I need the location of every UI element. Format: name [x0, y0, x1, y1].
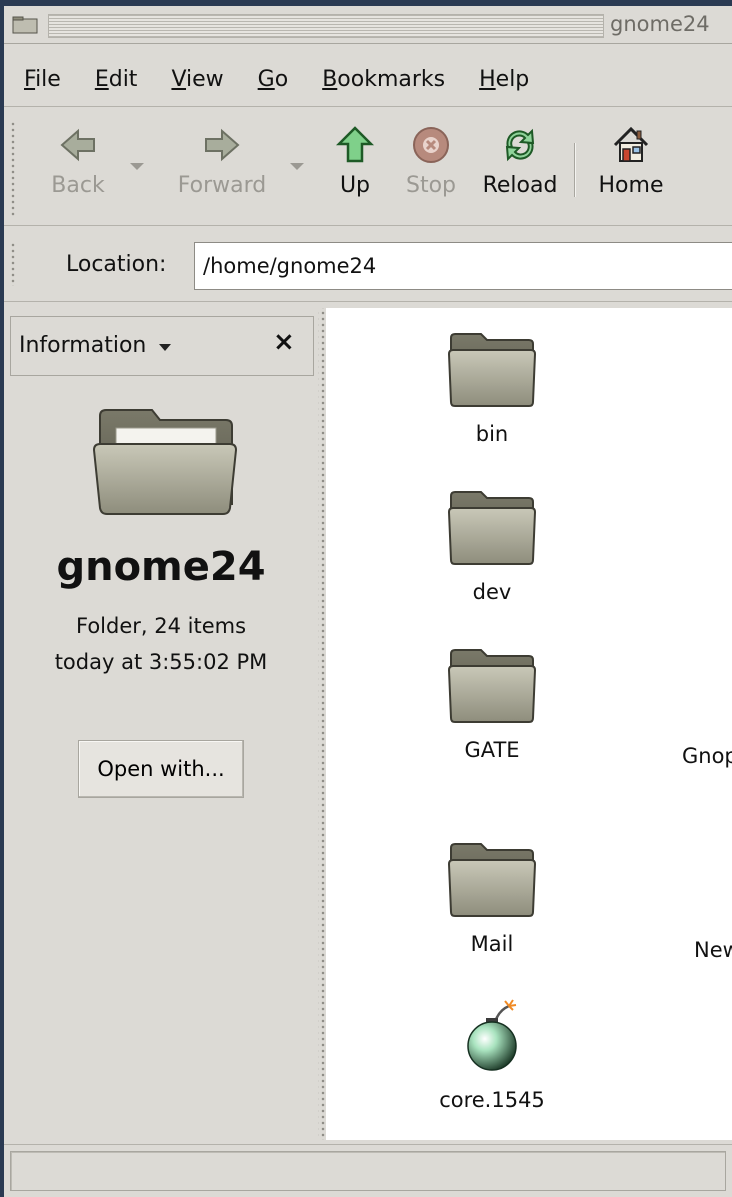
toolbar-grip[interactable] — [10, 121, 16, 217]
toolbar: Back Forward Up Stop Reload Home — [4, 106, 732, 226]
file-label-partial[interactable]: New — [694, 938, 732, 962]
toolbar-separator — [574, 143, 576, 197]
sidebar-view-selector[interactable]: Information × — [10, 316, 314, 376]
location-bar-grip[interactable] — [10, 242, 16, 286]
file-label: dev — [472, 580, 512, 604]
folder-modified: today at 3:55:02 PM — [54, 650, 268, 674]
file-item[interactable]: GATE — [402, 648, 582, 762]
chevron-down-icon[interactable] — [159, 344, 171, 351]
folder-window-icon[interactable] — [12, 16, 38, 34]
folder-details: Folder, 24 items — [75, 614, 247, 638]
file-manager-window: gnome24 File Edit View Go Bookmarks Help… — [0, 0, 732, 1197]
forward-button[interactable]: Forward — [168, 119, 276, 219]
forward-history-dropdown[interactable] — [290, 163, 304, 170]
menu-view[interactable]: View — [171, 67, 223, 92]
menu-edit[interactable]: Edit — [95, 67, 138, 92]
close-icon[interactable]: × — [273, 327, 295, 357]
reload-icon — [505, 128, 535, 162]
stop-button[interactable]: Stop — [398, 119, 464, 219]
up-button[interactable]: Up — [330, 119, 380, 219]
large-folder-icon — [92, 409, 238, 515]
file-label: GATE — [464, 738, 520, 762]
forward-arrow-icon — [205, 128, 240, 162]
home-icon — [613, 126, 649, 162]
open-with-button[interactable]: Open with... — [78, 740, 244, 798]
back-history-dropdown[interactable] — [130, 163, 144, 170]
bomb-core-icon — [467, 999, 517, 1071]
file-label: core.1545 — [439, 1088, 545, 1112]
location-bar: Location: — [4, 228, 732, 302]
window-title: gnome24 — [610, 12, 710, 36]
pane-resize-handle[interactable] — [318, 308, 326, 1140]
title-drag-area[interactable] — [48, 14, 604, 38]
folder-icon — [447, 333, 537, 407]
reload-button[interactable]: Reload — [474, 119, 566, 219]
stop-icon — [413, 127, 449, 163]
file-item[interactable]: core.1545 — [402, 998, 582, 1112]
file-item[interactable]: dev — [402, 490, 582, 604]
file-label: Mail — [470, 932, 514, 956]
folder-info: Folder, 24 items today at 3:55:02 PM — [4, 608, 318, 680]
status-text — [10, 1151, 726, 1191]
file-item[interactable]: Mail — [402, 842, 582, 956]
information-sidebar: Information × gnome24 Folder, 24 items t… — [4, 308, 318, 1140]
file-item[interactable]: bin — [402, 332, 582, 446]
title-bar[interactable]: gnome24 — [4, 6, 732, 44]
location-input[interactable] — [194, 242, 732, 290]
menu-file[interactable]: File — [24, 67, 61, 92]
menu-bar: File Edit View Go Bookmarks Help — [4, 58, 732, 100]
menu-bookmarks[interactable]: Bookmarks — [322, 67, 445, 92]
up-arrow-icon — [335, 126, 375, 163]
back-arrow-icon — [60, 128, 95, 162]
file-label: bin — [475, 422, 509, 446]
home-button[interactable]: Home — [592, 119, 670, 219]
selected-folder-name: gnome24 — [56, 544, 266, 590]
menu-help[interactable]: Help — [479, 67, 529, 92]
status-bar — [4, 1144, 732, 1197]
file-label-partial[interactable]: Gnop — [682, 744, 732, 768]
icon-view[interactable]: bin dev GATE Gnop Mail New core.1545 — [326, 308, 732, 1140]
back-button[interactable]: Back — [40, 119, 116, 219]
location-label: Location: — [66, 252, 167, 277]
folder-icon — [447, 843, 537, 917]
folder-icon — [447, 491, 537, 565]
folder-icon — [447, 649, 537, 723]
menu-go[interactable]: Go — [258, 67, 289, 92]
sidebar-title: Information — [19, 333, 147, 358]
